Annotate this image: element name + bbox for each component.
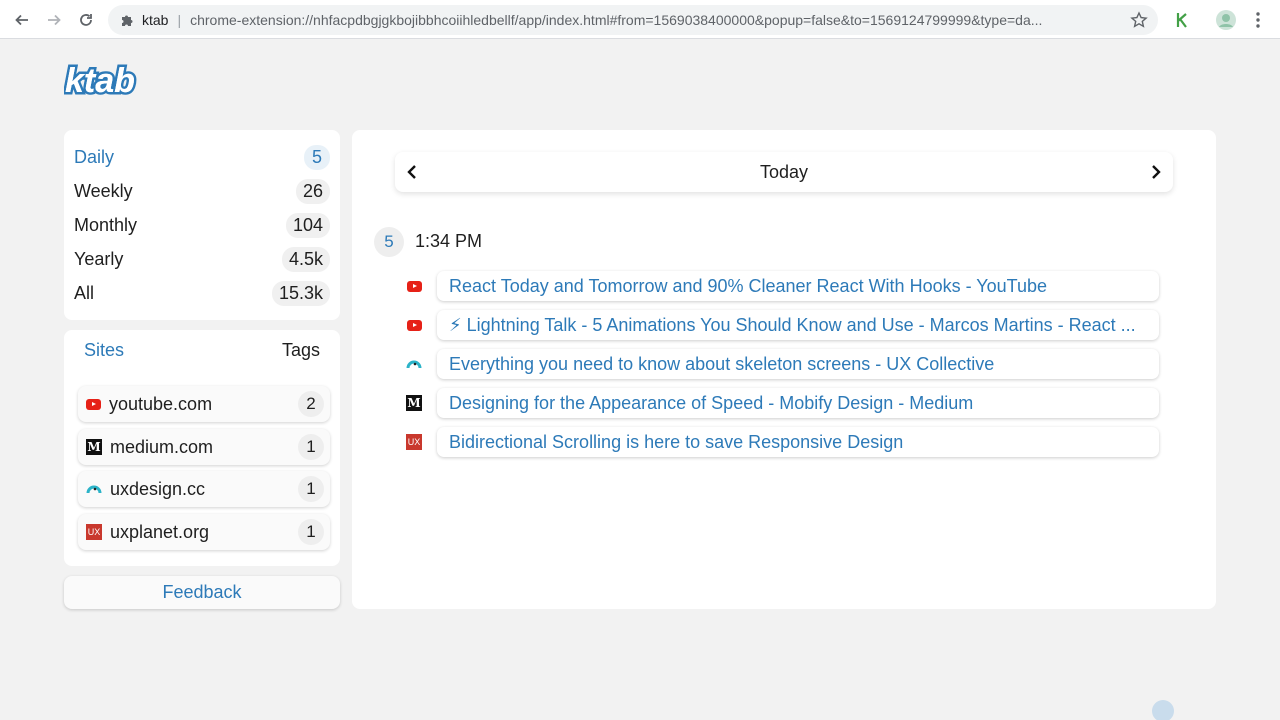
- site-item-medium[interactable]: M medium.com 1: [78, 429, 330, 465]
- ktab-extension-icon: [1176, 13, 1187, 28]
- favicon: UX: [406, 434, 422, 450]
- site-item-uxplanet[interactable]: UX uxplanet.org 1: [78, 514, 330, 550]
- bookmark-star-icon[interactable]: [1130, 11, 1148, 29]
- period-label: All: [74, 282, 95, 303]
- kebab-menu-icon: [1256, 12, 1260, 28]
- period-yearly[interactable]: Yearly 4.5k: [74, 244, 330, 274]
- previous-day-button[interactable]: [401, 161, 423, 183]
- avatar-icon: [1216, 10, 1236, 30]
- site-count-badge: 2: [298, 391, 324, 417]
- favicon: M: [406, 395, 422, 411]
- medium-icon: M: [406, 395, 422, 411]
- youtube-icon: [406, 280, 422, 292]
- history-entry-link[interactable]: Bidirectional Scrolling is here to save …: [437, 427, 1159, 457]
- site-name: medium.com: [110, 436, 214, 457]
- youtube-icon: [406, 319, 422, 331]
- site-count-badge: 1: [298, 476, 324, 502]
- history-entry: M Designing for the Appearance of Speed …: [404, 388, 1159, 418]
- uxdesign-icon: [406, 360, 422, 369]
- favicon: [406, 317, 422, 333]
- site-name: uxdesign.cc: [110, 478, 206, 499]
- chevron-left-icon: [407, 165, 416, 179]
- period-count-badge: 4.5k: [281, 246, 330, 272]
- feedback-button[interactable]: Feedback: [64, 576, 340, 609]
- ktab-extension-button[interactable]: [1170, 8, 1194, 32]
- sites-panel: Sites Tags youtube.com 2 M medium.com 1 …: [64, 330, 340, 566]
- period-monthly[interactable]: Monthly 104: [74, 210, 330, 240]
- medium-icon: M: [86, 439, 102, 455]
- period-count-badge: 5: [304, 144, 330, 170]
- site-count-badge: 1: [298, 519, 324, 545]
- history-entry-link[interactable]: React Today and Tomorrow and 90% Cleaner…: [437, 271, 1159, 301]
- tab-tags[interactable]: Tags: [282, 340, 320, 361]
- chevron-right-icon: [1152, 165, 1161, 179]
- scroll-to-top-button[interactable]: [1152, 700, 1174, 720]
- uxplanet-icon: UX: [86, 524, 102, 540]
- history-entry: Everything you need to know about skelet…: [404, 349, 1159, 379]
- group-time: 1:34 PM: [415, 231, 483, 251]
- reload-icon: [80, 14, 92, 26]
- reload-button[interactable]: [74, 8, 98, 32]
- ktab-logo[interactable]: ktab ktab: [64, 58, 146, 103]
- next-day-button[interactable]: [1145, 161, 1167, 183]
- period-count-badge: 15.3k: [271, 280, 330, 306]
- period-label: Weekly: [74, 180, 133, 201]
- history-entry: UX Bidirectional Scrolling is here to sa…: [404, 427, 1159, 457]
- history-entry-link[interactable]: Designing for the Appearance of Speed - …: [437, 388, 1159, 418]
- period-all[interactable]: All 15.3k: [74, 278, 330, 308]
- history-entry: ⚡ Lightning Talk - 5 Animations You Shou…: [404, 310, 1159, 340]
- site-item-uxdesign[interactable]: uxdesign.cc 1: [78, 471, 330, 507]
- address-bar[interactable]: ktab | chrome-extension://nhfacpdbgjgkbo…: [108, 5, 1158, 35]
- browser-toolbar: ktab | chrome-extension://nhfacpdbgjgkbo…: [0, 0, 1280, 39]
- period-weekly[interactable]: Weekly 26: [74, 176, 330, 206]
- back-arrow-icon: [15, 14, 28, 26]
- forward-arrow-icon: [48, 14, 61, 26]
- history-entry: React Today and Tomorrow and 90% Cleaner…: [404, 271, 1159, 301]
- browser-menu-button[interactable]: [1246, 8, 1270, 32]
- forward-button[interactable]: [42, 8, 66, 32]
- tab-sites[interactable]: Sites: [84, 340, 124, 361]
- profile-avatar[interactable]: [1214, 8, 1238, 32]
- site-name: youtube.com: [109, 393, 213, 414]
- favicon: [406, 278, 422, 294]
- group-count-badge: 5: [374, 227, 404, 257]
- extension-puzzle-icon: [122, 15, 133, 26]
- period-filter-panel: Daily 5 Weekly 26 Monthly 104 Yearly 4.5…: [64, 130, 340, 320]
- logo-text-fill: ktab: [65, 62, 135, 100]
- url-text[interactable]: chrome-extension://nhfacpdbgjgkbojibbhco…: [190, 12, 1110, 28]
- date-navigator: Today: [395, 152, 1173, 192]
- favicon: [406, 356, 422, 372]
- back-button[interactable]: [10, 8, 34, 32]
- youtube-icon: [86, 398, 101, 410]
- omnibox-separator: |: [177, 12, 182, 28]
- site-name: uxplanet.org: [110, 521, 210, 542]
- date-title: Today: [759, 161, 809, 182]
- history-entry-link[interactable]: Everything you need to know about skelet…: [437, 349, 1159, 379]
- site-item-youtube[interactable]: youtube.com 2: [78, 386, 330, 422]
- site-count-badge: 1: [298, 434, 324, 460]
- period-label: Monthly: [74, 214, 138, 235]
- history-panel: Today 5 1:34 PM React Today and Tomorrow…: [352, 130, 1216, 609]
- period-label: Yearly: [74, 248, 124, 269]
- uxdesign-icon: [86, 485, 102, 494]
- period-count-badge: 104: [285, 212, 330, 238]
- uxplanet-icon: UX: [406, 434, 422, 450]
- period-count-badge: 26: [295, 178, 330, 204]
- period-daily[interactable]: Daily 5: [74, 142, 330, 172]
- site-label: ktab: [142, 12, 169, 28]
- history-entry-link[interactable]: ⚡ Lightning Talk - 5 Animations You Shou…: [437, 310, 1159, 340]
- period-label: Daily: [74, 146, 115, 167]
